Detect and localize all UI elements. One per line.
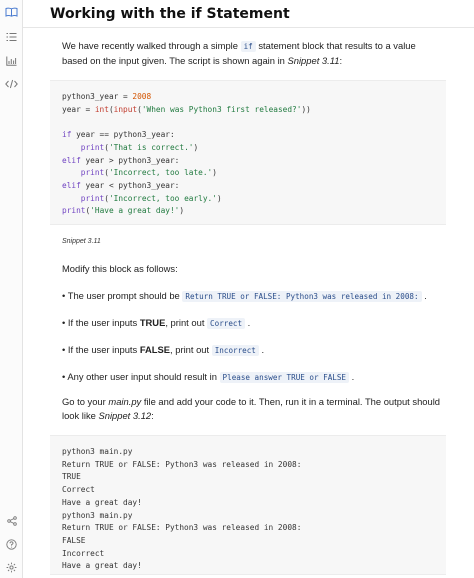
outro-text-3: : [151, 410, 154, 421]
bullet-text: • Any other user input should result in [62, 371, 220, 382]
code-line: print('Incorrect, too late.') [80, 168, 217, 178]
title-bar: Working with the if Statement [23, 0, 474, 28]
inline-code: Correct [207, 318, 246, 329]
output-line: Have a great day! [62, 497, 142, 507]
bullet-text: . [245, 317, 251, 328]
code-line: elif year < python3_year: [62, 180, 180, 190]
bullet-text: • The user prompt should be [62, 290, 183, 301]
code-snippet-3-11: python3_year = 2008 year = int(input('Wh… [50, 80, 446, 225]
list-item: • Any other user input should result in … [50, 370, 446, 384]
intro-text-3: : [339, 55, 343, 66]
snippet-reference: Snippet 3.12 [98, 410, 152, 421]
snippet-caption: Snippet 3.11 [62, 238, 101, 245]
list-item: • If the user inputs FALSE, print out In… [50, 343, 446, 357]
settings-icon[interactable] [0, 559, 23, 575]
file-name: main.py [108, 396, 142, 407]
code-line: year = int(input('When was Python3 first… [62, 104, 311, 114]
chart-icon[interactable] [0, 53, 23, 69]
bullet-text: . [258, 344, 265, 355]
bullet-text: , print out [170, 344, 212, 355]
code-line: print('Incorrect, too early.') [80, 193, 222, 203]
inline-code: Return TRUE or FALSE: Python3 was releas… [182, 291, 422, 302]
intro-paragraph: We have recently walked through a simple… [50, 39, 446, 68]
output-line: FALSE [62, 535, 86, 545]
intro-text-1: We have recently walked through a simple [62, 40, 241, 51]
bullet-text: • If the user inputs [62, 344, 140, 355]
list-item: • The user prompt should be Return TRUE … [50, 289, 446, 303]
task-list: • The user prompt should be Return TRUE … [50, 289, 446, 384]
output-line: Correct [62, 485, 95, 495]
bullet-bold: TRUE [139, 317, 166, 328]
help-icon[interactable] [0, 536, 23, 552]
share-icon[interactable] [0, 513, 23, 529]
outro-text-1: Go to your [62, 396, 109, 407]
output-line: python3 main.py [62, 447, 133, 456]
inline-code: Incorrect [211, 345, 259, 356]
output-line: Return TRUE or FALSE: Python3 was releas… [62, 459, 302, 469]
inline-code: Please answer TRUE or FALSE [219, 372, 349, 383]
bullet-text: . [349, 371, 355, 382]
snippet-reference: Snippet 3.11 [287, 55, 340, 66]
output-snippet-3-12: python3 main.py Return TRUE or FALSE: Pyt… [50, 435, 446, 575]
code-icon[interactable] [0, 76, 23, 92]
bullet-text: , print out [165, 317, 208, 328]
book-icon[interactable] [0, 4, 23, 20]
output-line: python3 main.py [62, 510, 133, 520]
lesson-content: We have recently walked through a simple… [50, 28, 446, 575]
left-sidebar [0, 0, 23, 578]
output-line: Have a great day! [62, 561, 142, 571]
bullet-text: • If the user inputs [62, 317, 140, 328]
output-line: TRUE [62, 472, 81, 482]
list-item: • If the user inputs TRUE, print out Cor… [50, 316, 446, 330]
inline-code-if: if [240, 41, 256, 52]
code-line: print('That is correct.') [80, 142, 199, 152]
bullet-bold: FALSE [139, 344, 171, 355]
bullet-text: . [421, 290, 427, 301]
code-line: elif year > python3_year: [62, 155, 180, 165]
code-line: if year == python3_year: [62, 130, 175, 140]
page-title: Working with the if Statement [50, 5, 290, 22]
list-icon[interactable] [0, 29, 23, 45]
code-line: print('Have a great day!') [62, 206, 185, 216]
code-line: python3_year = 2008 [62, 92, 152, 101]
output-line: Incorrect [62, 548, 105, 558]
output-line: Return TRUE or FALSE: Python3 was releas… [62, 523, 302, 533]
outro-paragraph: Go to your main.py file and add your cod… [50, 395, 446, 423]
task-heading: Modify this block as follows: [62, 263, 178, 274]
